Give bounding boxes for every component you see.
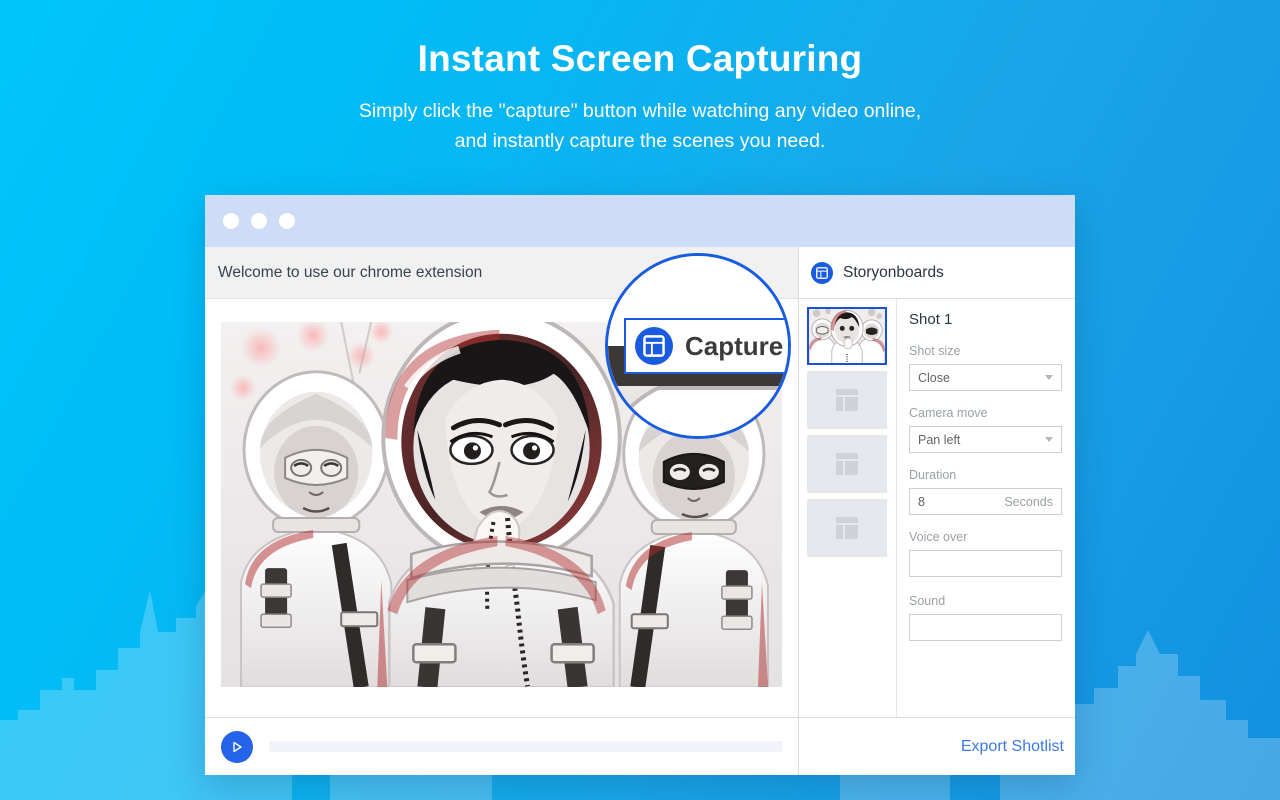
shot-detail-form: Shot 1 Shot size Close Camera move Pan l… <box>897 299 1075 717</box>
camera-move-value: Pan left <box>918 432 961 447</box>
shot-title: Shot 1 <box>909 311 953 328</box>
panel-header: Storyonboards <box>799 247 1075 299</box>
hero-subtitle: Simply click the "capture" button while … <box>0 96 1280 156</box>
sound-input[interactable] <box>909 614 1062 641</box>
thumbnail-shot-2[interactable] <box>807 371 887 429</box>
hero-subtitle-line-2: and instantly capture the scenes you nee… <box>454 130 826 152</box>
thumbnail-shot-4[interactable] <box>807 499 887 557</box>
panel-footer: Export Shotlist <box>799 717 1075 775</box>
hero-section: Instant Screen Capturing Simply click th… <box>0 0 1280 156</box>
video-progress-track[interactable] <box>269 741 782 752</box>
hero-subtitle-line-1: Simply click the "capture" button while … <box>358 100 922 122</box>
thumbnail-astronauts-artwork <box>809 309 885 363</box>
panel-title: Storyonboards <box>843 263 944 281</box>
duration-input[interactable]: 8 Seconds <box>909 488 1062 515</box>
video-player-bar <box>205 717 798 775</box>
shot-size-value: Close <box>918 370 950 385</box>
shot-size-select[interactable]: Close <box>909 364 1062 391</box>
minimize-dot-icon[interactable] <box>251 213 267 229</box>
page-title: Instant Screen Capturing <box>417 38 863 79</box>
maximize-dot-icon[interactable] <box>279 213 295 229</box>
play-triangle-icon <box>233 741 242 752</box>
placeholder-layout-icon <box>836 517 858 539</box>
duration-label: Duration <box>909 468 957 482</box>
sound-label: Sound <box>909 594 946 608</box>
placeholder-layout-icon <box>836 453 858 475</box>
magnified-capture-button[interactable]: Capture <box>624 318 788 374</box>
voice-over-label: Voice over <box>909 530 968 544</box>
shot-size-label: Shot size <box>909 344 961 358</box>
duration-unit: Seconds <box>1004 494 1053 509</box>
duration-value: 8 <box>918 494 925 509</box>
magnifier-zoom-overlay: Capture <box>605 253 791 439</box>
export-shotlist-link[interactable]: Export Shotlist <box>961 738 1064 756</box>
voice-over-input[interactable] <box>909 550 1062 577</box>
play-button[interactable] <box>221 730 253 763</box>
camera-move-label: Camera move <box>909 406 988 420</box>
window-titlebar <box>205 195 1075 247</box>
close-dot-icon[interactable] <box>223 213 239 229</box>
welcome-text: Welcome to use our chrome extension <box>218 263 483 281</box>
camera-move-select[interactable]: Pan left <box>909 426 1062 453</box>
storyonboards-logo-icon <box>811 261 833 284</box>
storyonboards-panel: Storyonboards Shot 1 Shot size Close Cam… <box>799 247 1075 775</box>
shot-thumbnail-list <box>799 299 897 717</box>
chevron-down-icon <box>1045 437 1053 442</box>
thumbnail-shot-1[interactable] <box>807 307 887 365</box>
thumbnail-shot-3[interactable] <box>807 435 887 493</box>
placeholder-layout-icon <box>836 389 858 411</box>
magnified-capture-label: Capture <box>685 330 784 361</box>
chevron-down-icon <box>1045 375 1053 380</box>
magnifier-content: Capture <box>608 256 788 436</box>
storyonboards-logo-icon <box>635 327 673 365</box>
panel-content: Shot 1 Shot size Close Camera move Pan l… <box>799 299 1075 717</box>
